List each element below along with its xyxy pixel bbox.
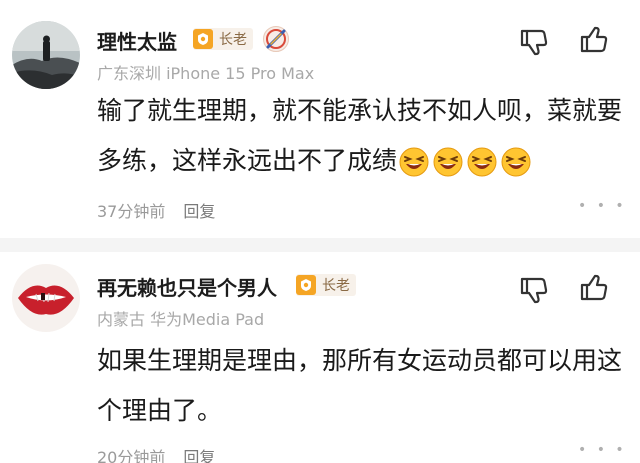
- reply-button[interactable]: 回复: [183, 448, 215, 463]
- badge-icon: [296, 275, 316, 295]
- username[interactable]: 再无赖也只是个男人: [97, 272, 277, 301]
- laughing-emoji: [433, 147, 463, 177]
- badge-label: 长老: [219, 32, 247, 48]
- badge-icon: [193, 29, 213, 49]
- comment-text: 如果生理期是理由，那所有女运动员都可以用这个理由了。: [97, 346, 623, 425]
- comment-text: 输了就生理期，就不能承认技不如人呗，菜就要多练，这样永远出不了成绩: [97, 86, 627, 186]
- comment-item: 再无赖也只是个男人 长老 内蒙古 华为Media Pad 如果生理期是理由，那所…: [0, 252, 640, 463]
- thumbs-down-icon[interactable]: [518, 26, 550, 58]
- laughing-emoji: [501, 147, 531, 177]
- thumbs-down-icon[interactable]: [518, 274, 550, 306]
- laughing-emoji: [467, 147, 497, 177]
- thumbs-up-icon[interactable]: [578, 24, 610, 56]
- more-icon[interactable]: • • •: [578, 442, 627, 458]
- comment-divider: [0, 238, 640, 252]
- emoji-group: [399, 147, 535, 177]
- reply-button[interactable]: 回复: [183, 202, 215, 221]
- level-badge: 长老: [296, 274, 356, 296]
- medal-icon: [262, 25, 290, 53]
- comment-text-content: 输了就生理期，就不能承认技不如人呗，菜就要多练，这样永远出不了成绩: [97, 96, 623, 175]
- comment-time: 37分钟前: [97, 202, 166, 221]
- user-location-device: 内蒙古 华为Media Pad: [97, 310, 265, 329]
- more-icon[interactable]: • • •: [578, 198, 627, 214]
- username[interactable]: 理性太监: [97, 26, 177, 55]
- comment-time: 20分钟前: [97, 448, 166, 463]
- user-location-device: 广东深圳 iPhone 15 Pro Max: [97, 64, 315, 83]
- level-badge: 长老: [193, 28, 253, 50]
- thumbs-up-icon[interactable]: [578, 272, 610, 304]
- comment-meta: 37分钟前 回复: [97, 198, 215, 222]
- avatar[interactable]: [12, 264, 80, 332]
- avatar[interactable]: [12, 21, 80, 89]
- comment-item: 理性太监 长老 广东深圳 iPhone 15 Pro Max 输了就生理期，就不…: [0, 0, 640, 238]
- badge-label: 长老: [322, 278, 350, 294]
- laughing-emoji: [399, 147, 429, 177]
- comment-meta: 20分钟前 回复: [97, 444, 215, 463]
